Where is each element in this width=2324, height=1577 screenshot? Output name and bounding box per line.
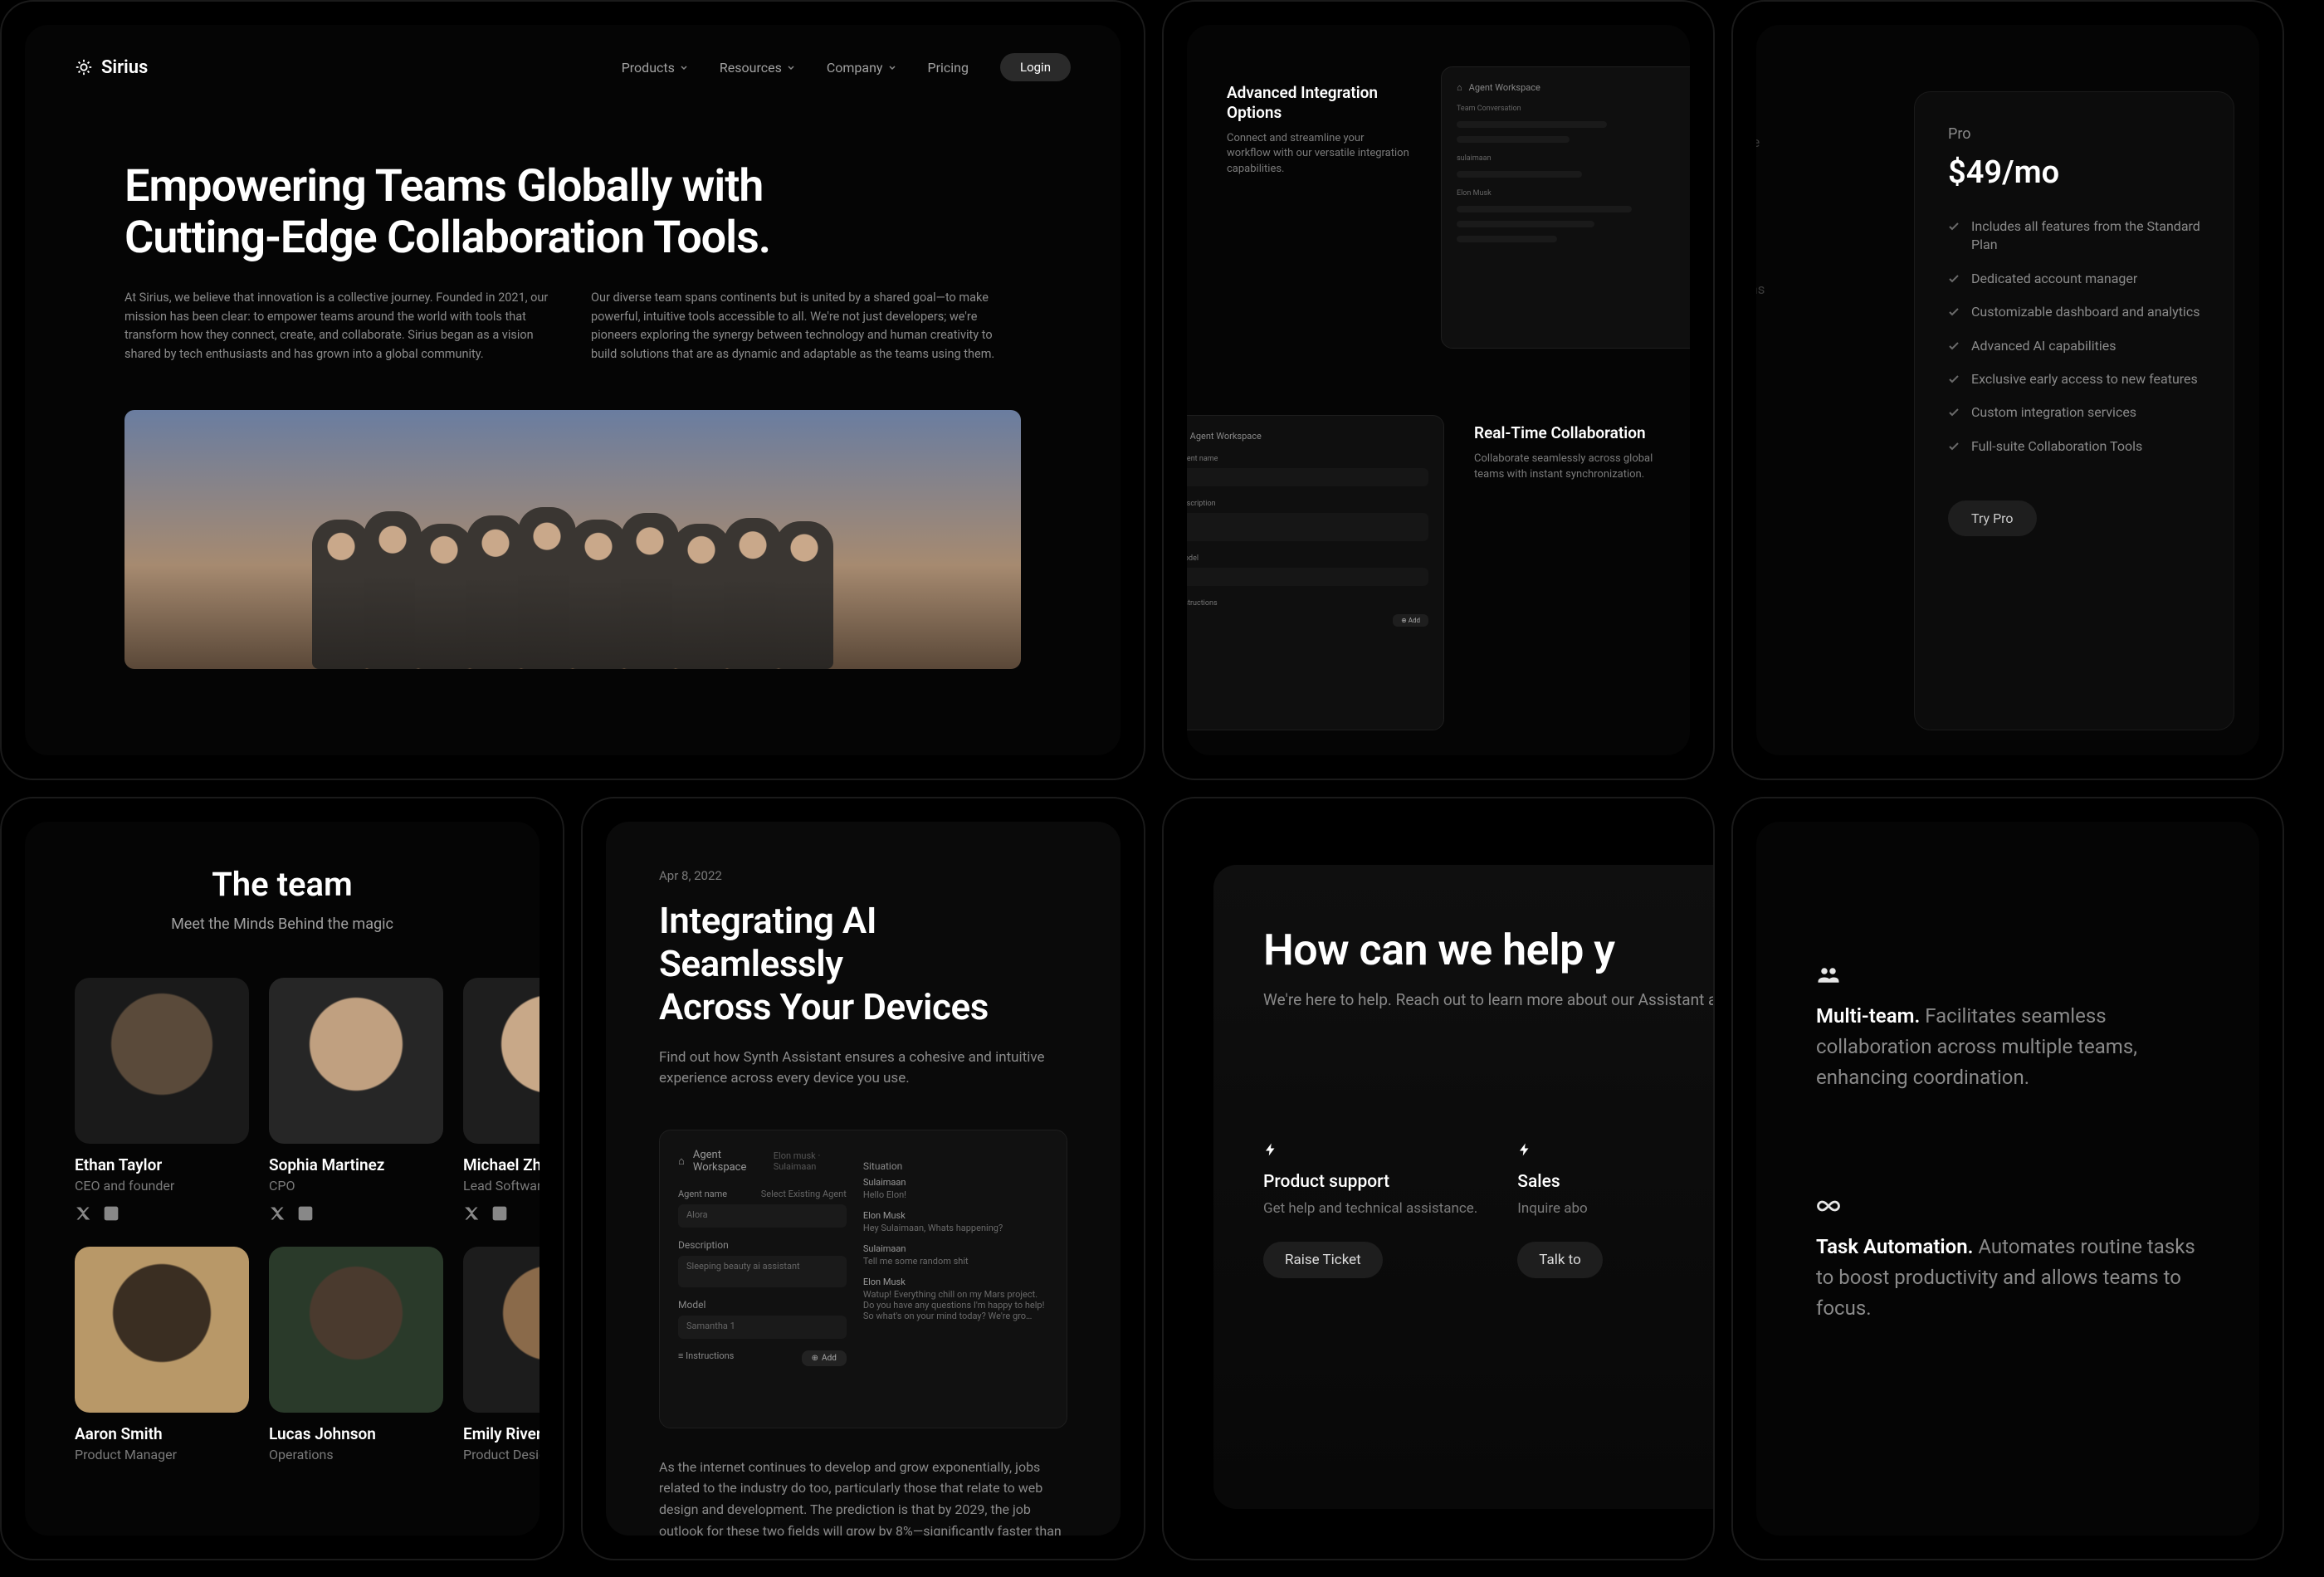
- chevron-down-icon: [888, 63, 896, 71]
- feature-desc: Connect and streamline your workflow wit…: [1227, 131, 1409, 178]
- add-button[interactable]: ⊕ Add: [802, 1350, 847, 1366]
- bolt-icon: [1517, 1142, 1532, 1157]
- features-bento-card: Advanced Integration Options Connect and…: [1162, 0, 1715, 780]
- brand-logo[interactable]: Sirius: [75, 57, 148, 78]
- raise-ticket-button[interactable]: Raise Ticket: [1263, 1242, 1383, 1278]
- chevron-down-icon: [787, 63, 795, 71]
- infinity-icon: [1816, 1194, 1841, 1218]
- feature-task-automation: Task Automation. Automates routine tasks…: [1816, 1194, 2200, 1325]
- feature-collaboration: Real-Time Collaboration Collaborate seam…: [1474, 423, 1657, 482]
- bolt-icon: [1263, 1142, 1278, 1157]
- hero-card: Sirius Products Resources Company Pricin…: [0, 0, 1145, 780]
- blog-date: Apr 8, 2022: [659, 868, 1067, 883]
- feature-multi-team: Multi-team. Facilitates seamless collabo…: [1816, 963, 2200, 1094]
- avatar: [75, 978, 249, 1144]
- mock-ui-1: ⌂Agent Workspace Team Conversation sulai…: [1441, 66, 1690, 349]
- check-icon: [1948, 306, 1960, 318]
- team-member: Michael ZhangLead Software En: [463, 978, 540, 1222]
- nav-company[interactable]: Company: [827, 60, 896, 76]
- pricing-plan-pro: Pro $49/mo Includes all features from th…: [1914, 91, 2234, 730]
- nav-products[interactable]: Products: [622, 60, 688, 76]
- avatar: [269, 978, 443, 1144]
- feature-title: Advanced Integration Options: [1227, 83, 1409, 123]
- plan-name: Pro: [1948, 125, 2200, 143]
- linkedin-icon[interactable]: [297, 1205, 314, 1222]
- x-icon[interactable]: [269, 1205, 286, 1222]
- brand-name: Sirius: [101, 57, 148, 78]
- check-icon: [1948, 374, 1960, 385]
- help-title: How can we help y: [1263, 925, 1697, 975]
- pricing-card: from the tools ptions ontrols n options …: [1731, 0, 2284, 780]
- hero-para-1: At Sirius, we believe that innovation is…: [124, 289, 554, 364]
- plan-features: Includes all features from the Standard …: [1948, 217, 2200, 456]
- avatar: [75, 1247, 249, 1413]
- blog-lead: Find out how Synth Assistant ensures a c…: [659, 1047, 1067, 1090]
- ghost-plan-text: from the tools ptions ontrols n options: [1756, 124, 1922, 308]
- support-title: Product support: [1263, 1172, 1477, 1192]
- team-member: Lucas JohnsonOperations: [269, 1247, 443, 1462]
- check-icon: [1948, 273, 1960, 285]
- avatar: [463, 1247, 540, 1413]
- help-card: How can we help y We're here to help. Re…: [1162, 797, 1715, 1560]
- nav-resources[interactable]: Resources: [720, 60, 795, 76]
- check-icon: [1948, 221, 1960, 232]
- group-icon: [1816, 963, 1841, 988]
- feature-integration: Advanced Integration Options Connect and…: [1227, 83, 1409, 178]
- hero-heading: Empowering Teams Globally withCutting-Ed…: [124, 161, 1021, 264]
- check-icon: [1948, 407, 1960, 418]
- blog-body: As the internet continues to develop and…: [659, 1457, 1067, 1536]
- talk-to-sales-button[interactable]: Talk to: [1517, 1242, 1603, 1278]
- nav-links: Products Resources Company Pricing Login: [622, 53, 1071, 81]
- nav-pricing[interactable]: Pricing: [928, 60, 969, 76]
- chevron-down-icon: [680, 63, 688, 71]
- x-icon[interactable]: [463, 1205, 480, 1222]
- team-member: Sophia MartinezCPO: [269, 978, 443, 1222]
- team-card: The team Meet the Minds Behind the magic…: [0, 797, 564, 1560]
- home-icon: ⌂: [678, 1155, 685, 1168]
- sales-title: Sales: [1517, 1172, 1697, 1192]
- mock-ui-2: ⌂Agent Workspace Agent name Description …: [1187, 415, 1444, 730]
- try-pro-button[interactable]: Try Pro: [1948, 500, 2037, 536]
- hero-image: [124, 410, 1021, 669]
- team-member: Aaron SmithProduct Manager: [75, 1247, 249, 1462]
- help-lead: We're here to help. Reach out to learn m…: [1263, 990, 1697, 1009]
- blog-mock-ui: ⌂Agent Workspace Elon musk · Sulaimaan A…: [659, 1130, 1067, 1428]
- hero-para-2: Our diverse team spans continents but is…: [591, 289, 1021, 364]
- blog-title: Integrating AI SeamlesslyAcross Your Dev…: [659, 900, 1067, 1029]
- team-subtitle: Meet the Minds Behind the magic: [75, 915, 490, 933]
- plan-price: $49/mo: [1948, 154, 2200, 191]
- help-support: Product support Get help and technical a…: [1263, 1142, 1477, 1278]
- team-title: The team: [75, 865, 490, 904]
- top-nav: Sirius Products Resources Company Pricin…: [25, 25, 1120, 81]
- x-icon[interactable]: [75, 1205, 91, 1222]
- linkedin-icon[interactable]: [491, 1205, 508, 1222]
- hero-section: Empowering Teams Globally withCutting-Ed…: [25, 81, 1120, 364]
- login-button[interactable]: Login: [1000, 53, 1071, 81]
- blog-card: Apr 8, 2022 Integrating AI SeamlesslyAcr…: [581, 797, 1145, 1560]
- linkedin-icon[interactable]: [103, 1205, 120, 1222]
- team-grid: Ethan TaylorCEO and founder Sophia Marti…: [75, 978, 490, 1462]
- team-member: Emily RiveraProduct Designe: [463, 1247, 540, 1462]
- avatar: [463, 978, 540, 1144]
- check-icon: [1948, 340, 1960, 352]
- avatar: [269, 1247, 443, 1413]
- feature-desc: Collaborate seamlessly across global tea…: [1474, 452, 1657, 483]
- sales-desc: Inquire abo: [1517, 1200, 1697, 1217]
- check-icon: [1948, 441, 1960, 452]
- feature-title: Real-Time Collaboration: [1474, 423, 1657, 443]
- help-sales: Sales Inquire abo Talk to: [1517, 1142, 1697, 1278]
- logo-icon: [75, 58, 93, 76]
- features-list-card: Multi-team. Facilitates seamless collabo…: [1731, 797, 2284, 1560]
- team-member: Ethan TaylorCEO and founder: [75, 978, 249, 1222]
- support-desc: Get help and technical assistance.: [1263, 1200, 1477, 1217]
